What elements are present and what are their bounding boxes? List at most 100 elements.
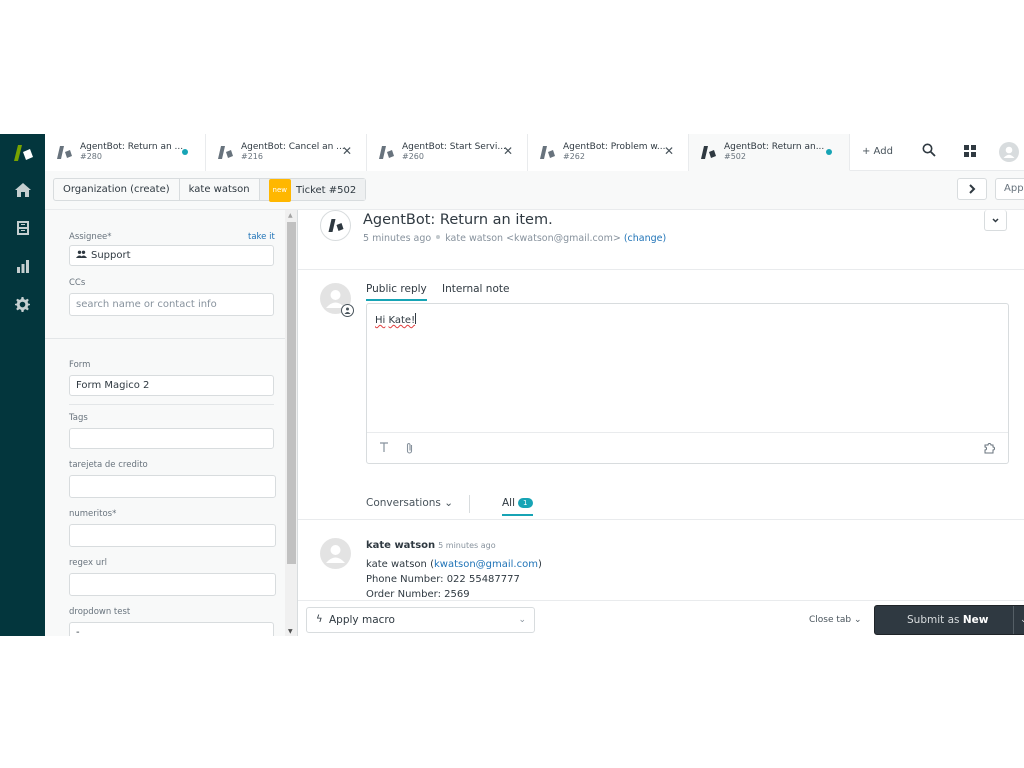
breadcrumb-ticket[interactable]: new Ticket #502 — [259, 179, 366, 202]
ticket-requester: kate watson <kwatson@gmail.com> — [445, 233, 621, 244]
zendesk-logo-icon[interactable] — [11, 143, 35, 163]
author-name[interactable]: kate watson — [366, 540, 435, 551]
ticket-options-button[interactable] — [984, 210, 1007, 231]
breadcrumb-ticket-label: Ticket #502 — [296, 185, 357, 196]
status-badge: new — [268, 179, 292, 202]
email-link[interactable]: kwatson@gmail.com — [434, 559, 538, 570]
assignee-value: Support — [91, 250, 131, 261]
ccs-label: CCs — [69, 278, 86, 288]
scroll-up-icon[interactable]: ▲ — [288, 212, 293, 219]
filter-divider — [469, 495, 470, 513]
chevron-down-icon — [992, 217, 999, 223]
message-author: kate watson 5 minutes ago — [366, 540, 496, 551]
nav-reporting[interactable] — [0, 247, 45, 285]
tab-number: #260 — [402, 152, 424, 161]
scroll-down-icon[interactable]: ▼ — [288, 628, 293, 635]
nav-views[interactable] — [0, 209, 45, 247]
form-select[interactable]: Form Magico 2 — [69, 375, 274, 396]
message-text: kate watson ( — [366, 559, 434, 570]
ticket-properties-panel: Assignee* take it Support CCs search nam… — [45, 210, 298, 636]
regex-url-label: regex url — [69, 558, 107, 568]
ticket-tab-260[interactable]: AgentBot: Start Servi... #260 ✕ — [367, 134, 528, 171]
message-line: kate watson (kwatson@gmail.com) — [366, 559, 542, 570]
reply-text[interactable]: Hi Kate! — [375, 313, 417, 326]
editor-toolbar — [367, 432, 1008, 463]
tab-title: AgentBot: Cancel an ... — [241, 142, 345, 152]
ticket-tab-502[interactable]: AgentBot: Return an... #502 — [689, 134, 850, 171]
tab-all-conversations[interactable]: All 1 — [502, 497, 533, 516]
close-tab-icon[interactable]: ✕ — [342, 145, 352, 157]
apps-button[interactable]: Apps — [995, 178, 1024, 200]
dropdown-test-select[interactable]: - — [69, 622, 274, 636]
agentbot-icon — [328, 219, 344, 232]
change-requester-link[interactable]: (change) — [624, 233, 666, 244]
group-icon — [76, 250, 87, 258]
tab-number: #280 — [80, 152, 102, 161]
agentbot-ticket-icon — [57, 146, 72, 159]
chevron-right-icon — [969, 184, 976, 194]
section-divider — [45, 338, 285, 339]
numeritos-input[interactable] — [69, 524, 276, 547]
tab-internal-note[interactable]: Internal note — [442, 283, 509, 299]
ticket-tab-262[interactable]: AgentBot: Problem w... #262 ✕ — [528, 134, 689, 171]
breadcrumb-organization[interactable]: Organization (create) — [54, 179, 180, 200]
chevron-down-icon: ⌄ — [518, 615, 526, 625]
tags-label: Tags — [69, 413, 88, 423]
tarejeta-de-credito-input[interactable] — [69, 475, 276, 498]
requester-avatar — [320, 538, 351, 569]
ticket-tab-216[interactable]: AgentBot: Cancel an ... #216 ✕ — [206, 134, 367, 171]
reply-word: Kate! — [388, 315, 416, 326]
submit-options-chevron-icon[interactable]: ⌄ — [1020, 606, 1024, 634]
unsaved-dot-icon — [826, 149, 832, 155]
breadcrumb-requester[interactable]: kate watson — [180, 179, 260, 200]
add-tab-button[interactable]: + Add — [862, 146, 893, 157]
ticket-title: AgentBot: Return an item. — [363, 212, 553, 228]
conversation-divider — [298, 519, 1024, 520]
nav-admin[interactable] — [0, 285, 45, 323]
tab-title: AgentBot: Return an ... — [80, 142, 184, 152]
left-nav — [0, 134, 45, 636]
product-tray-icon[interactable] — [964, 145, 976, 157]
assignee-field[interactable]: Support — [69, 245, 274, 266]
user-silhouette-icon — [326, 545, 345, 563]
nav-home[interactable] — [0, 171, 45, 209]
ticket-footer: ϟ Apply macro ⌄ Close tab ⌄ Submit as Ne… — [298, 600, 1024, 636]
agentbot-ticket-icon — [379, 146, 394, 159]
submit-status: New — [962, 614, 989, 626]
user-avatar-icon[interactable] — [999, 142, 1019, 162]
close-tab-dropdown[interactable]: Close tab ⌄ — [809, 615, 862, 625]
channel-badge — [341, 304, 354, 317]
close-tab-icon[interactable]: ✕ — [664, 145, 674, 157]
ccs-input[interactable]: search name or contact info — [69, 293, 274, 316]
apply-macro-dropdown[interactable]: ϟ Apply macro ⌄ — [306, 607, 535, 633]
properties-scrollbar[interactable]: ▲ ▼ — [285, 210, 297, 636]
close-tab-icon[interactable]: ✕ — [503, 145, 513, 157]
ticket-main: AgentBot: Return an item. 5 minutes ago k… — [298, 210, 1024, 636]
ticket-tab-bar: AgentBot: Return an ... #280 AgentBot: C… — [45, 134, 1024, 171]
tab-public-reply[interactable]: Public reply — [366, 283, 427, 301]
breadcrumb: Organization (create) kate watson new Tic… — [53, 178, 367, 202]
regex-url-input[interactable] — [69, 573, 276, 596]
reply-editor[interactable]: Hi Kate! — [366, 303, 1009, 464]
numeritos-label: numeritos* — [69, 509, 117, 519]
text-format-icon[interactable] — [379, 442, 389, 453]
search-icon[interactable] — [922, 143, 936, 157]
ticket-tab-280[interactable]: AgentBot: Return an ... #280 — [45, 134, 206, 171]
apps-puzzle-icon[interactable] — [984, 442, 997, 454]
ticket-header: AgentBot: Return an item. 5 minutes ago k… — [298, 210, 1024, 270]
zendesk-app: AgentBot: Return an ... #280 AgentBot: C… — [0, 134, 1024, 636]
text-caret — [415, 313, 417, 324]
reply-word: Hi — [375, 315, 386, 326]
attachment-icon[interactable] — [405, 442, 414, 455]
tags-input[interactable] — [69, 428, 274, 449]
take-it-link[interactable]: take it — [248, 232, 275, 242]
next-ticket-button[interactable] — [957, 178, 987, 200]
count-badge: 1 — [518, 498, 533, 508]
conversations-filter-dropdown[interactable]: Conversations ⌄ — [366, 497, 453, 509]
submit-button[interactable]: Submit as New ⌄ — [874, 605, 1024, 635]
tab-number: #262 — [563, 152, 585, 161]
unsaved-dot-icon — [182, 149, 188, 155]
lightning-icon: ϟ — [316, 614, 323, 625]
tab-title: AgentBot: Start Servi... — [402, 142, 506, 152]
scrollbar-thumb[interactable] — [287, 222, 296, 564]
